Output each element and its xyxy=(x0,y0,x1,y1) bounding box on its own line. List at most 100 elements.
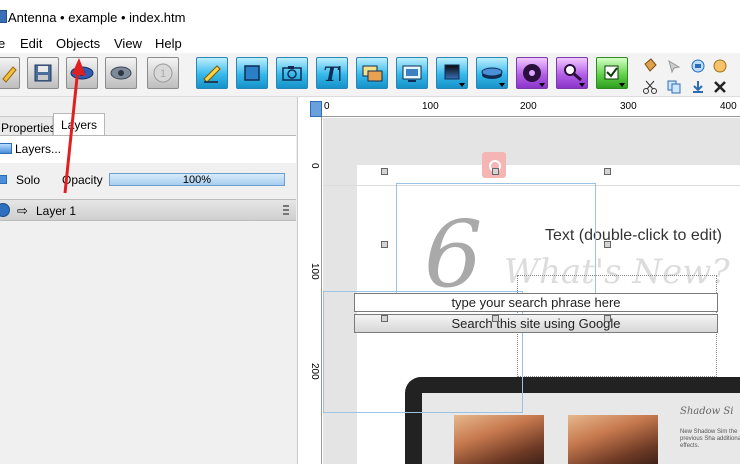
landscape-thumbnail xyxy=(568,415,658,464)
laptop-heading: Shadow Si xyxy=(680,406,734,417)
edit-button[interactable] xyxy=(196,57,228,89)
landscape-thumbnail xyxy=(454,415,544,464)
image-tool-button[interactable] xyxy=(356,57,388,89)
disc-tool-button[interactable] xyxy=(476,57,508,89)
paste-button[interactable] xyxy=(690,79,706,95)
tab-layers[interactable]: Layers xyxy=(53,113,105,135)
app-icon xyxy=(0,10,7,23)
cut-icon xyxy=(643,80,657,94)
ruler-corner-icon[interactable] xyxy=(310,101,322,117)
resize-handle[interactable] xyxy=(381,315,388,322)
solo-opacity-row: Solo Opacity 100% xyxy=(0,164,296,194)
paint-tool-button[interactable] xyxy=(712,58,728,74)
paint-icon xyxy=(713,59,727,73)
bucket-icon xyxy=(644,58,657,72)
menu-file[interactable]: e xyxy=(0,36,5,51)
rectangle-icon xyxy=(244,65,260,81)
title-bar: Antenna • example • index.htm xyxy=(0,0,740,33)
layer-drag-handle-icon[interactable] xyxy=(283,205,289,215)
horizontal-ruler: 0 100 200 300 400 xyxy=(322,101,740,117)
window-title: Antenna • example • index.htm xyxy=(8,10,186,25)
layers-button[interactable]: Layers... xyxy=(0,142,61,156)
solo-checkbox[interactable] xyxy=(0,175,7,184)
ruler-v-label: 200 xyxy=(309,363,320,380)
info-button[interactable]: 1 xyxy=(147,57,179,89)
pointer-icon xyxy=(668,59,681,74)
canvas-area: 0 100 200 300 400 0 100 200 6 What's New… xyxy=(306,97,740,464)
checkbox-tool-button[interactable] xyxy=(596,57,628,89)
menu-help[interactable]: Help xyxy=(155,36,182,51)
image-icon xyxy=(362,65,383,82)
edit-pencil-icon xyxy=(203,65,221,83)
info-icon: 1 xyxy=(153,63,173,83)
save-icon xyxy=(34,64,52,82)
video-tool-button[interactable] xyxy=(396,57,428,89)
ruler-v-label: 100 xyxy=(309,263,320,280)
open-button[interactable] xyxy=(0,57,20,89)
ruler-v-label: 0 xyxy=(309,163,320,169)
rectangle-tool-button[interactable] xyxy=(236,57,268,89)
solo-label: Solo xyxy=(16,173,41,187)
gradient-tool-button[interactable] xyxy=(436,57,468,89)
resize-handle[interactable] xyxy=(381,168,388,175)
camera-tool-button[interactable] xyxy=(276,57,308,89)
eye-icon xyxy=(110,66,132,80)
erase-icon xyxy=(691,59,705,73)
text-tool-button[interactable]: T xyxy=(316,57,348,89)
toolbar: 1 T xyxy=(0,53,740,97)
text-icon: T xyxy=(324,62,341,86)
copy-button[interactable] xyxy=(666,79,682,95)
save-button[interactable] xyxy=(27,57,59,89)
resize-handle[interactable] xyxy=(604,168,611,175)
layer-name: Layer 1 xyxy=(36,204,77,218)
layer-row[interactable]: ⇨ Layer 1 xyxy=(0,199,296,221)
resize-handle[interactable] xyxy=(492,315,499,322)
layers-button-label: Layers... xyxy=(15,142,62,156)
ruler-h-label: 0 xyxy=(324,101,330,112)
search-dropdown-icon xyxy=(579,83,585,87)
svg-text:1: 1 xyxy=(160,68,166,80)
paste-icon xyxy=(693,81,703,93)
opacity-label: Opacity xyxy=(62,173,103,187)
preview-button[interactable] xyxy=(66,57,98,89)
layer-visibility-icon[interactable] xyxy=(0,203,10,217)
svg-text:T: T xyxy=(324,62,341,86)
layer-arrow-icon: ⇨ xyxy=(17,203,28,218)
video-icon xyxy=(402,65,422,82)
menu-view[interactable]: View xyxy=(114,36,142,51)
selection-box xyxy=(396,183,596,307)
delete-icon xyxy=(714,81,726,93)
menu-objects[interactable]: Objects xyxy=(56,36,100,51)
music-tool-button[interactable] xyxy=(516,57,548,89)
open-icon xyxy=(2,66,17,83)
copy-icon xyxy=(667,80,681,94)
pointer-tool-button[interactable] xyxy=(666,58,682,74)
camera-icon xyxy=(282,66,302,81)
resize-handle[interactable] xyxy=(492,168,499,175)
eye-button[interactable] xyxy=(105,57,137,89)
opacity-slider[interactable]: 100% xyxy=(109,173,285,186)
gradient-dropdown-icon xyxy=(459,83,465,87)
layers-icon xyxy=(0,143,12,154)
search-input[interactable]: type your search phrase here xyxy=(354,293,718,312)
ruler-h-label: 200 xyxy=(520,101,537,112)
bucket-tool-button[interactable] xyxy=(642,58,658,74)
layers-toolbar: Layers... xyxy=(0,135,296,163)
resize-handle[interactable] xyxy=(604,241,611,248)
menu-edit[interactable]: Edit xyxy=(20,36,42,51)
search-button[interactable]: Search this site using Google xyxy=(354,314,718,333)
music-dropdown-icon xyxy=(539,83,545,87)
ruler-h-label: 100 xyxy=(422,101,439,112)
vertical-ruler: 0 100 200 xyxy=(309,117,322,464)
resize-handle[interactable] xyxy=(604,315,611,322)
erase-tool-button[interactable] xyxy=(690,58,706,74)
checkbox-dropdown-icon xyxy=(619,83,625,87)
tab-properties[interactable]: Properties xyxy=(0,116,56,136)
cut-button[interactable] xyxy=(642,79,658,95)
search-tool-button[interactable] xyxy=(556,57,588,89)
ruler-h-label: 300 xyxy=(620,101,637,112)
menu-bar: e Edit Objects View Help xyxy=(0,33,740,53)
laptop-body-text: New Shadow Sim the previous Sha addition… xyxy=(680,429,740,449)
resize-handle[interactable] xyxy=(381,241,388,248)
delete-button[interactable] xyxy=(712,79,728,95)
